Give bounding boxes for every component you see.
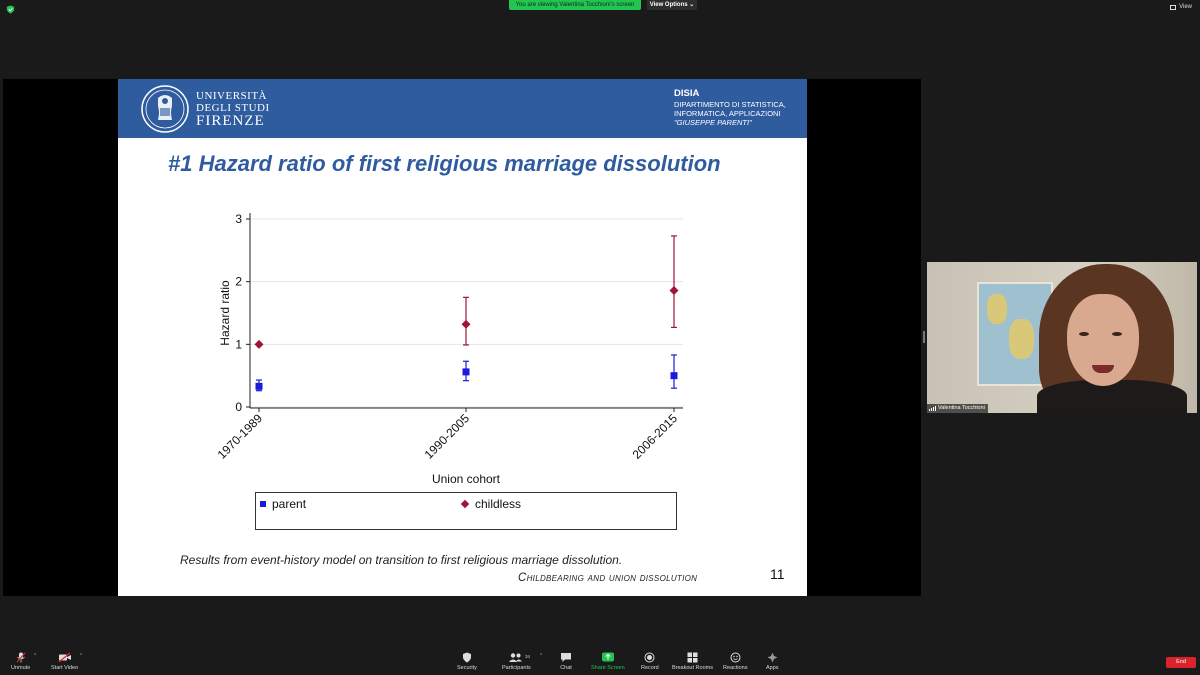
point-childless	[254, 339, 264, 349]
microphone-muted-icon	[16, 652, 26, 663]
participants-label: Participants	[502, 665, 531, 671]
share-screen-icon	[601, 652, 614, 662]
y-tick-label: 2	[235, 275, 242, 289]
y-axis-title: Hazard ratio	[218, 280, 232, 346]
slide-page-number: 11	[770, 566, 785, 582]
breakout-rooms-icon	[687, 652, 698, 663]
chat-button[interactable]: Chat	[560, 652, 572, 671]
participant-eye	[1112, 332, 1122, 336]
breakout-rooms-label: Breakout Rooms	[672, 665, 713, 671]
share-screen-button[interactable]: Share Screen	[591, 652, 625, 671]
audio-options-caret-icon[interactable]: ^	[34, 653, 36, 659]
x-tick-label: 1990-2005	[422, 411, 473, 462]
video-camera-off-icon	[58, 652, 71, 663]
signal-strength-icon	[929, 406, 936, 411]
reactions-button[interactable]: Reactions	[723, 652, 747, 671]
start-video-label: Start Video	[51, 665, 79, 671]
start-video-button[interactable]: Start Video	[51, 652, 78, 671]
chart-legend: parent childless	[255, 492, 677, 530]
breakout-rooms-button[interactable]: Breakout Rooms	[672, 652, 713, 671]
view-options-button[interactable]: View Options ⌄	[647, 0, 697, 10]
reactions-label: Reactions	[723, 665, 748, 671]
view-options-label: View Options	[649, 2, 688, 8]
chat-label: Chat	[560, 665, 572, 671]
participant-eye	[1079, 332, 1089, 336]
point-childless	[669, 285, 679, 295]
record-label: Record	[641, 665, 659, 671]
panel-resize-handle[interactable]	[923, 331, 925, 343]
legend-item-parent: parent	[260, 497, 306, 511]
meeting-toolbar: Unmute ^ Start Video ^ Security Particip…	[0, 648, 1200, 675]
legend-label-parent: parent	[272, 497, 307, 511]
record-button[interactable]: Record	[641, 652, 659, 671]
x-tick-label: 2006-2015	[630, 411, 681, 462]
share-screen-label: Share Screen	[591, 665, 625, 671]
unmute-label: Unmute	[11, 665, 31, 671]
x-tick-label: 1970-1989	[215, 411, 266, 462]
security-label: Security	[457, 665, 477, 671]
point-parent	[462, 368, 470, 376]
view-button[interactable]: View	[1170, 4, 1192, 10]
presentation-slide: UNIVERSITÀ DEGLI STUDI FIRENZE DISIA DIP…	[118, 79, 807, 596]
participant-name: Valentina Tocchioni	[938, 405, 985, 411]
participants-icon	[509, 653, 523, 662]
legend-diamond-marker	[460, 499, 470, 509]
participant-video-tile[interactable]	[927, 262, 1197, 413]
participant-name-tag: Valentina Tocchioni	[927, 404, 988, 413]
slide-footer-title: Childbearing and union dissolution	[518, 572, 698, 584]
reaction-smiley-icon	[730, 652, 741, 663]
y-tick-label: 1	[235, 337, 242, 351]
chevron-down-icon: ⌄	[689, 2, 695, 8]
point-childless	[461, 319, 471, 329]
apps-label: Apps	[766, 665, 779, 671]
y-tick-label: 0	[235, 400, 242, 414]
point-parent	[255, 382, 263, 390]
apps-icon	[767, 652, 778, 663]
unmute-button[interactable]: Unmute	[11, 652, 30, 671]
record-icon	[644, 652, 655, 663]
security-button[interactable]: Security	[457, 652, 477, 671]
legend-item-childless: childless	[460, 497, 522, 511]
apps-button[interactable]: Apps	[766, 652, 779, 671]
shield-icon	[462, 652, 471, 663]
x-axis-title: Union cohort	[432, 472, 501, 486]
participants-options-caret-icon[interactable]: ^	[540, 653, 542, 659]
view-label: View	[1179, 4, 1192, 10]
viewing-screen-banner: You are viewing Valentina Tocchioni's sc…	[509, 0, 641, 10]
participant-body	[1037, 380, 1187, 413]
slide-caption: Results from event-history model on tran…	[180, 553, 623, 567]
end-meeting-button[interactable]: End	[1166, 657, 1196, 668]
legend-square-marker	[260, 501, 266, 507]
participants-count: 34	[525, 654, 531, 659]
grid-view-icon	[1170, 4, 1177, 10]
video-options-caret-icon[interactable]: ^	[80, 653, 82, 659]
chat-bubble-icon	[561, 653, 571, 662]
security-shield-icon[interactable]	[6, 5, 15, 14]
y-tick-label: 3	[235, 212, 242, 226]
legend-label-childless: childless	[475, 497, 522, 511]
point-parent	[670, 372, 678, 380]
